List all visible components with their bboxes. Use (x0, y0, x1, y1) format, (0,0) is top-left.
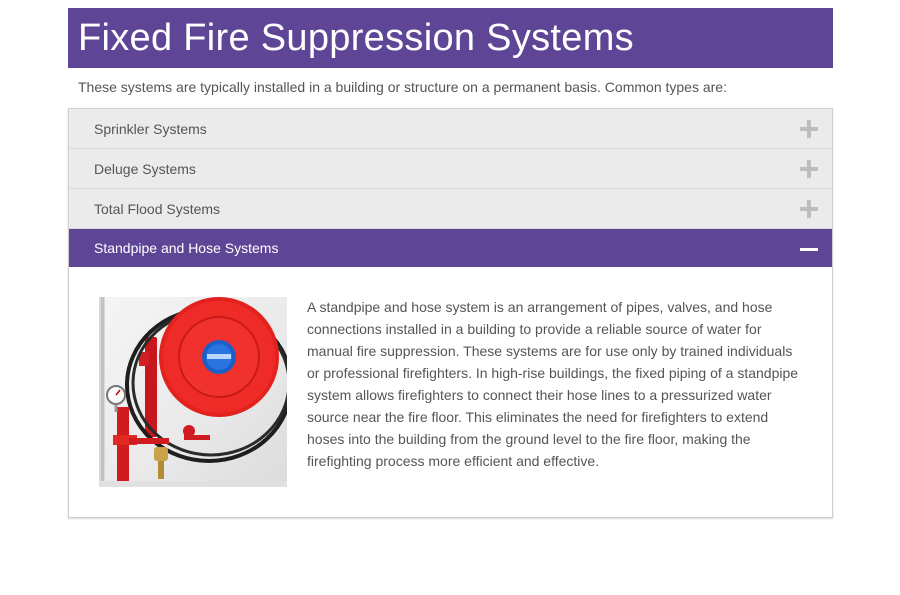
accordion-item-label: Total Flood Systems (94, 200, 221, 217)
hose-reel-photo (99, 297, 287, 487)
accordion: Sprinkler Systems Deluge Systems Total F… (68, 108, 833, 518)
page-container: Fixed Fire Suppression Systems These sys… (68, 8, 833, 518)
accordion-item-label: Standpipe and Hose Systems (94, 240, 279, 256)
title-banner: Fixed Fire Suppression Systems (68, 8, 833, 68)
plus-icon[interactable] (800, 159, 818, 178)
intro-text: These systems are typically installed in… (78, 79, 727, 95)
hose-reel-illustration (99, 297, 287, 487)
accordion-item-sprinkler[interactable]: Sprinkler Systems (69, 109, 832, 149)
page-title: Fixed Fire Suppression Systems (78, 16, 634, 59)
accordion-item-total-flood[interactable]: Total Flood Systems (69, 189, 832, 229)
plus-icon[interactable] (800, 119, 818, 138)
panel-description: A standpipe and hose system is an arrang… (307, 299, 799, 469)
accordion-item-deluge[interactable]: Deluge Systems (69, 149, 832, 189)
plus-icon[interactable] (800, 199, 818, 218)
minus-icon[interactable] (800, 247, 818, 251)
accordion-panel: A standpipe and hose system is an arrang… (69, 267, 832, 517)
accordion-item-label: Sprinkler Systems (94, 120, 207, 137)
accordion-item-standpipe[interactable]: Standpipe and Hose Systems (69, 229, 832, 267)
accordion-item-label: Deluge Systems (94, 160, 196, 177)
